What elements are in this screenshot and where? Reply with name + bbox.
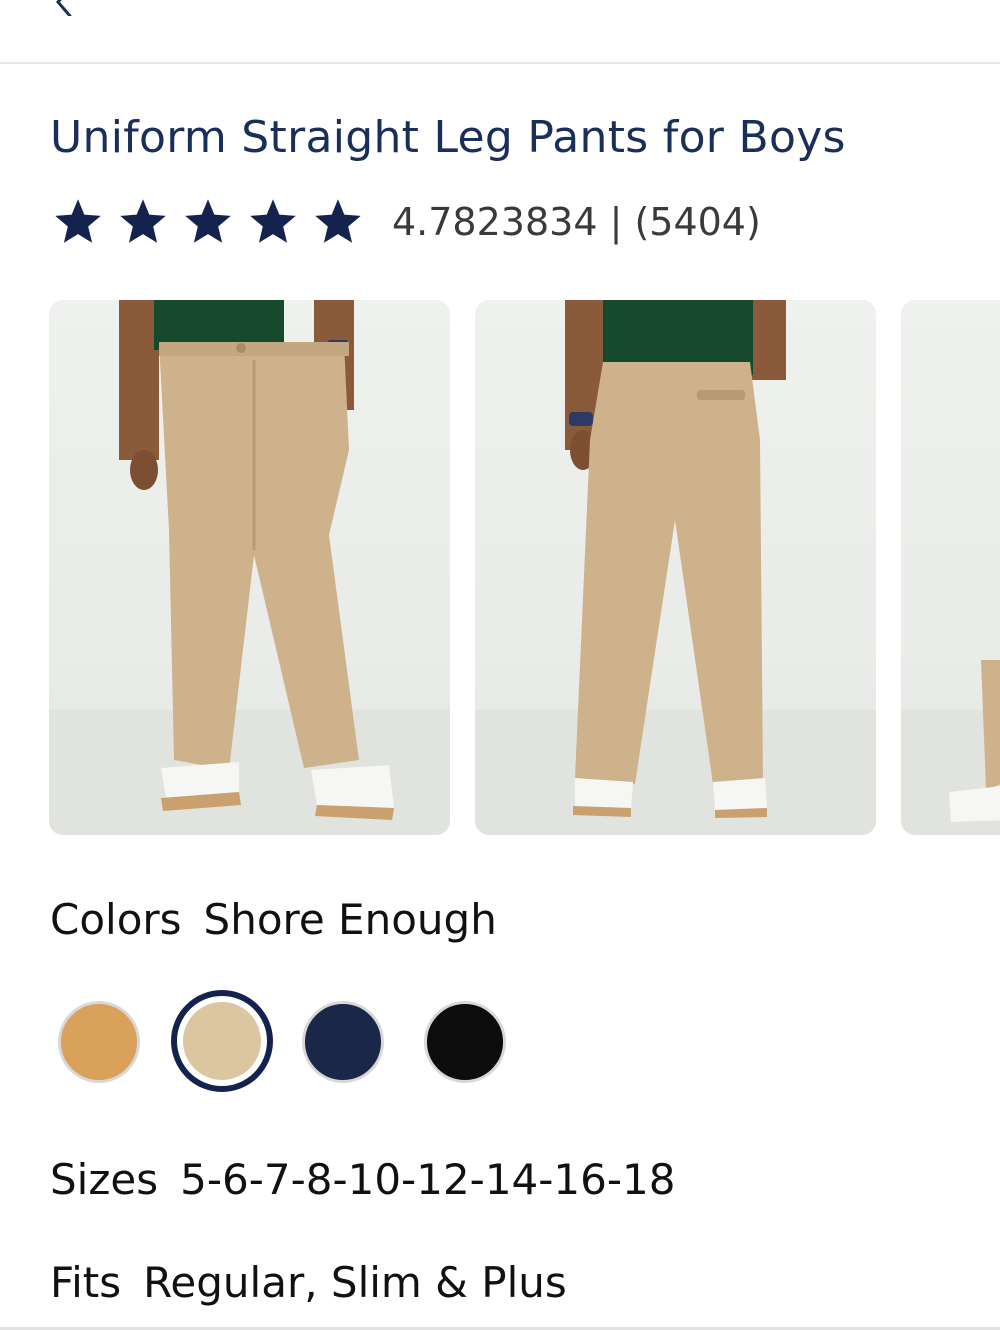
star-icon bbox=[250, 199, 296, 243]
color-swatch-navy[interactable] bbox=[302, 1001, 384, 1083]
sizes-info: Sizes 5-6-7-8-10-12-14-16-18 bbox=[50, 1155, 675, 1204]
fits-value: Regular, Slim & Plus bbox=[143, 1258, 567, 1307]
sizes-label: Sizes bbox=[50, 1155, 159, 1204]
product-rating[interactable]: 4.7823834 | (5404) bbox=[52, 196, 761, 248]
top-nav-bar bbox=[0, 0, 1000, 64]
colors-label: Colors bbox=[50, 895, 182, 944]
fits-info: Fits Regular, Slim & Plus bbox=[50, 1258, 567, 1307]
star-icon bbox=[55, 199, 101, 243]
chevron-left-icon[interactable] bbox=[48, 0, 78, 16]
product-image-side[interactable] bbox=[901, 300, 1000, 835]
sizes-value: 5-6-7-8-10-12-14-16-18 bbox=[180, 1155, 676, 1204]
product-image-carousel[interactable] bbox=[49, 300, 1000, 836]
selected-color-name: Shore Enough bbox=[203, 895, 497, 944]
product-image-back[interactable] bbox=[475, 300, 876, 835]
product-title: Uniform Straight Leg Pants for Boys bbox=[50, 112, 846, 163]
star-icon bbox=[315, 199, 361, 243]
star-icon bbox=[185, 199, 231, 243]
swatch-fill bbox=[183, 1002, 261, 1080]
rating-stars bbox=[52, 196, 364, 248]
product-image-front[interactable] bbox=[49, 300, 450, 835]
color-swatch-black[interactable] bbox=[424, 1001, 506, 1083]
color-swatch-khaki-selected[interactable] bbox=[171, 990, 273, 1092]
fits-label: Fits bbox=[50, 1258, 122, 1307]
colors-heading: Colors Shore Enough bbox=[50, 895, 497, 944]
rating-summary[interactable]: 4.7823834 | (5404) bbox=[392, 200, 761, 244]
star-icon bbox=[120, 199, 166, 243]
color-swatch-tan[interactable] bbox=[58, 1001, 140, 1083]
